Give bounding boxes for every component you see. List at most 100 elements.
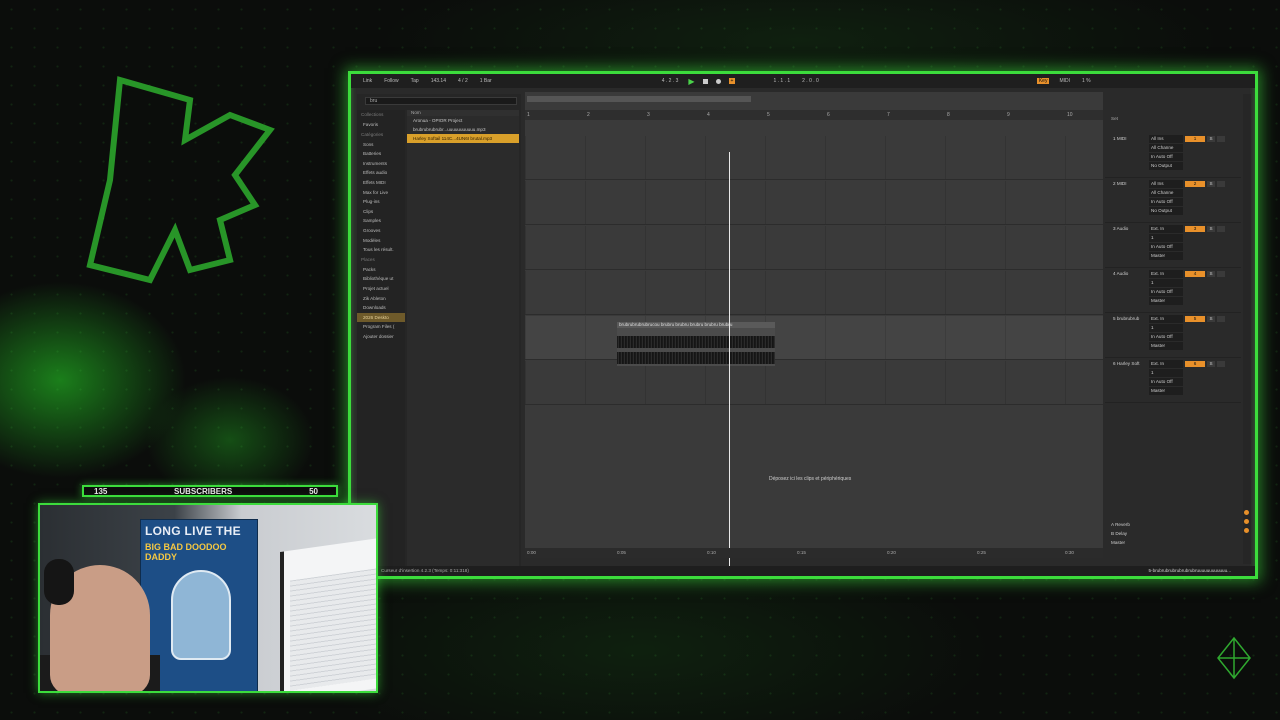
song-position[interactable]: 4 . 2 . 3 (660, 78, 681, 84)
output-select[interactable]: Master (1149, 297, 1183, 305)
loop-length-field[interactable]: 2 . 0 . 0 (800, 78, 821, 84)
return-track-a[interactable]: A Reverb (1105, 520, 1241, 529)
track-name[interactable]: 5 brubrubrub (1113, 316, 1139, 321)
track-lane[interactable] (525, 271, 1103, 315)
sidebar-item-downloads[interactable]: Downloads (357, 303, 405, 313)
arm-button[interactable] (1217, 136, 1225, 142)
sidebar-item-desktop[interactable]: 2026 Deskto (357, 312, 405, 323)
track-header-4[interactable]: 4 Audio Ext. In 1 In Auto Off Master 4 S (1105, 269, 1241, 313)
monitor-switch[interactable]: In Auto Off (1149, 378, 1183, 386)
track-header-6[interactable]: 6 Harley Soft Ext. In 1 In Auto Off Mast… (1105, 359, 1241, 403)
sidebar-item-favoris[interactable]: Favoris (357, 120, 405, 130)
track-lane[interactable] (525, 316, 1103, 360)
sidebar-item-grooves[interactable]: Grooves (357, 226, 405, 236)
key-map-button[interactable]: Key (1036, 78, 1050, 84)
monitor-switch[interactable]: In Auto Off (1149, 153, 1183, 161)
overview-scrollbar[interactable] (527, 96, 751, 102)
sidebar-item-max-for-live[interactable]: Max for Live (357, 188, 405, 198)
track-header-2[interactable]: 2 MIDI All Ins All Channe In Auto Off No… (1105, 179, 1241, 223)
track-header-5[interactable]: 5 brubrubrub Ext. In 1 In Auto Off Maste… (1105, 314, 1241, 358)
monitor-switch[interactable]: In Auto Off (1149, 333, 1183, 341)
track-activator[interactable]: 5 (1185, 316, 1205, 322)
track-header-1[interactable]: 1 MIDI All Ins All Channe In Auto Off No… (1105, 134, 1241, 178)
track-activator[interactable]: 2 (1185, 181, 1205, 187)
track-name[interactable]: 6 Harley Soft (1113, 361, 1140, 366)
quantize-select[interactable]: 1 Bar (478, 78, 494, 84)
arrangement-view[interactable]: 1 2 3 4 5 6 7 8 9 10 brubrubrubrubrucou … (525, 92, 1103, 572)
output-select[interactable]: No Output (1149, 162, 1183, 170)
arm-button[interactable] (1217, 181, 1225, 187)
link-button[interactable]: Link (361, 78, 374, 84)
input-select[interactable]: Ext. In (1149, 315, 1183, 323)
output-select[interactable]: Master (1149, 387, 1183, 395)
browser-search-input[interactable]: bru (365, 97, 517, 105)
sidebar-item-program-files[interactable]: Program Files ( (357, 322, 405, 332)
solo-button[interactable]: S (1207, 181, 1215, 187)
arm-button[interactable] (1217, 226, 1225, 232)
solo-button[interactable]: S (1207, 136, 1215, 142)
channel-select[interactable]: All Channe (1149, 144, 1183, 152)
track-header-3[interactable]: 3 Audio Ext. In 1 In Auto Off Master 3 S (1105, 224, 1241, 268)
arm-button[interactable] (1217, 316, 1225, 322)
sidebar-item-sons[interactable]: Sons (357, 140, 405, 150)
file-item[interactable]: brubrubrubrubr...uuuuuuuuuuu.mp3 (407, 125, 519, 134)
track-activator[interactable]: 6 (1185, 361, 1205, 367)
tap-button[interactable]: Tap (409, 78, 421, 84)
sidebar-item-batteries[interactable]: Batteries (357, 149, 405, 159)
monitor-switch[interactable]: In Auto Off (1149, 243, 1183, 251)
master-track[interactable]: Master (1105, 538, 1241, 547)
beat-ruler[interactable]: 1 2 3 4 5 6 7 8 9 10 (525, 110, 1103, 120)
file-item[interactable]: Aronua - OPIOR Project (407, 116, 519, 125)
channel-select[interactable]: All Channe (1149, 189, 1183, 197)
track-activator[interactable]: 4 (1185, 271, 1205, 277)
input-select[interactable]: Ext. In (1149, 360, 1183, 368)
view-toggle-icon[interactable] (1244, 510, 1249, 515)
sidebar-item-projet-actuel[interactable]: Projet actuel (357, 284, 405, 294)
input-select[interactable]: Ext. In (1149, 270, 1183, 278)
track-activator[interactable]: 3 (1185, 226, 1205, 232)
solo-button[interactable]: S (1207, 361, 1215, 367)
sidebar-item-effets-midi[interactable]: Effets MIDI (357, 178, 405, 188)
sidebar-item-zik-ableton[interactable]: Zik Ableton (357, 294, 405, 304)
arm-button[interactable] (1217, 271, 1225, 277)
solo-button[interactable]: S (1207, 316, 1215, 322)
right-scrollbar[interactable] (1243, 94, 1251, 564)
output-select[interactable]: Master (1149, 252, 1183, 260)
channel-select[interactable]: 1 (1149, 324, 1183, 332)
arm-button[interactable] (1217, 361, 1225, 367)
track-name[interactable]: 4 Audio (1113, 271, 1128, 276)
loop-start-field[interactable]: 1 . 1 . 1 (771, 78, 792, 84)
view-toggle-icon[interactable] (1244, 519, 1249, 524)
tempo-field[interactable]: 143.14 (429, 78, 448, 84)
overdub-icon[interactable]: + (728, 78, 736, 84)
channel-select[interactable]: 1 (1149, 369, 1183, 377)
sidebar-item-tous-les-resultats[interactable]: Tous les résult. (357, 245, 405, 255)
solo-button[interactable]: S (1207, 226, 1215, 232)
monitor-switch[interactable]: In Auto Off (1149, 198, 1183, 206)
stop-icon[interactable] (702, 78, 708, 84)
channel-select[interactable]: 1 (1149, 279, 1183, 287)
audio-clip[interactable]: brubrubrubrubrucou brubru brubru brubru … (617, 322, 775, 366)
sidebar-item-modeles[interactable]: Modèles (357, 236, 405, 246)
input-select[interactable]: All Ins (1149, 135, 1183, 143)
track-name[interactable]: 3 Audio (1113, 226, 1128, 231)
follow-button[interactable]: Follow (382, 78, 400, 84)
track-name[interactable]: 1 MIDI (1113, 136, 1127, 141)
sidebar-item-plug-ins[interactable]: Plug-ins (357, 197, 405, 207)
record-icon[interactable] (715, 78, 721, 84)
track-lane[interactable] (525, 361, 1103, 405)
track-lane[interactable] (525, 226, 1103, 270)
sidebar-item-effets-audio[interactable]: Effets audio (357, 168, 405, 178)
sidebar-item-samples[interactable]: Samples (357, 216, 405, 226)
time-ruler[interactable]: 0:00 0:05 0:10 0:15 0:20 0:25 0:30 (525, 548, 1103, 558)
monitor-switch[interactable]: In Auto Off (1149, 288, 1183, 296)
track-lane[interactable] (525, 181, 1103, 225)
file-item-selected[interactable]: Harley Softail 114C...4UN6I brutal.mp3 (407, 134, 519, 143)
add-folder-link[interactable]: Ajouter dossier (357, 332, 405, 342)
view-toggle-icon[interactable] (1244, 528, 1249, 533)
track-name[interactable]: 2 MIDI (1113, 181, 1127, 186)
play-icon[interactable]: ▶ (688, 77, 694, 86)
output-select[interactable]: No Output (1149, 207, 1183, 215)
return-track-b[interactable]: B Delay (1105, 529, 1241, 538)
input-select[interactable]: Ext. In (1149, 225, 1183, 233)
